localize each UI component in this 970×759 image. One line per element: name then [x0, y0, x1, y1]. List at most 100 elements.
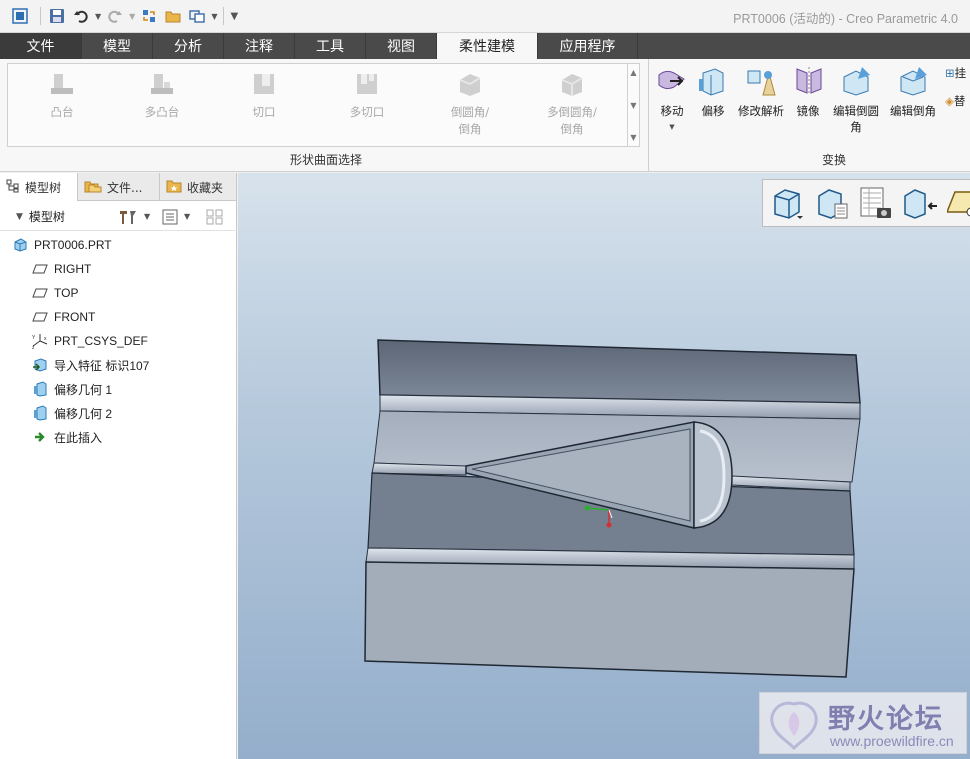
transform-group-label: 变换: [822, 153, 847, 167]
watermark-title: 野火论坛: [828, 704, 944, 735]
scroll-down-icon[interactable]: ▼: [630, 101, 636, 110]
regenerate-icon[interactable]: [139, 6, 159, 26]
multi-round-chamfer-icon: [558, 70, 586, 98]
show-dropdown-icon[interactable]: ▼: [184, 212, 190, 221]
title-bar: ▼ ▼ ▼ ▼ PRT0006 (活动的) - Creo Parametric …: [0, 0, 970, 33]
navigator-tabs: 模型树 文件... 收藏夹: [0, 173, 237, 201]
tab-tools[interactable]: 工具: [295, 33, 366, 59]
part-icon: [12, 237, 28, 253]
tab-model-tree[interactable]: 模型树: [0, 173, 78, 201]
tree-item-insert-here[interactable]: 在此插入: [12, 425, 149, 449]
tab-folder-browser[interactable]: 文件...: [78, 173, 160, 201]
ribbon: 凸台 多凸台 切口 多切口 倒圆角/ 倒角 多倒圆角/ 倒角 ▲ ▼ ▼ 形状曲…: [0, 59, 970, 172]
boss-icon: [48, 70, 76, 98]
tree-item-offset-1[interactable]: 偏移几何 1: [12, 377, 149, 401]
save-icon[interactable]: [47, 6, 67, 26]
collapse-icon[interactable]: ▼: [16, 212, 23, 222]
multi-cut-button[interactable]: 多切口: [319, 70, 415, 121]
redo-dropdown-icon[interactable]: ▼: [129, 12, 135, 21]
quick-access-toolbar: ▼ ▼ ▼ ▼: [10, 6, 238, 26]
svg-text:z: z: [32, 345, 35, 349]
datum-plane-icon: [32, 261, 48, 277]
substitute-button[interactable]: ◈替: [945, 93, 970, 109]
mirror-button[interactable]: 镜像: [793, 65, 823, 119]
edit-round-icon: [840, 65, 872, 97]
tree-settings-icon[interactable]: [118, 208, 138, 229]
model-tree-header: ▼ 模型树 ▼ ▼: [0, 203, 237, 231]
mirror-icon: [793, 65, 825, 97]
multi-cut-icon: [353, 70, 381, 98]
edit-round-button[interactable]: 编辑倒圆 角: [830, 65, 882, 135]
shape-surface-selection-group: 凸台 多凸台 切口 多切口 倒圆角/ 倒角 多倒圆角/ 倒角 ▲ ▼ ▼: [7, 63, 640, 147]
tree-filter-icon[interactable]: [206, 209, 224, 228]
edit-chamfer-button[interactable]: 编辑倒角: [887, 65, 939, 119]
window-title: PRT0006 (活动的) - Creo Parametric 4.0: [733, 12, 958, 26]
shape-selection-group-label: 形状曲面选择: [290, 153, 363, 167]
graphics-window[interactable]: [238, 173, 970, 759]
tab-favorites[interactable]: 收藏夹: [160, 173, 237, 201]
navigator-panel: 模型树 文件... 收藏夹 ▼ 模型树 ▼ ▼ PRT0006.PRT RIGH…: [0, 173, 237, 759]
cut-button[interactable]: 切口: [216, 70, 312, 121]
show-icon[interactable]: [162, 209, 178, 228]
tab-annotate[interactable]: 注释: [224, 33, 295, 59]
undo-dropdown-icon[interactable]: ▼: [95, 12, 101, 21]
windows-icon[interactable]: [187, 6, 207, 26]
open-icon[interactable]: [163, 6, 183, 26]
tab-view[interactable]: 视图: [366, 33, 437, 59]
tree-item-right[interactable]: RIGHT: [12, 257, 149, 281]
forum-watermark: 野火论坛 www.proewildfire.cn: [759, 692, 967, 754]
move-dropdown-icon[interactable]: ▼: [655, 119, 689, 135]
offset-geometry-icon: [32, 405, 48, 421]
svg-text:Y: Y: [32, 335, 36, 341]
tree-settings-dropdown-icon[interactable]: ▼: [144, 212, 150, 221]
multi-boss-icon: [148, 70, 176, 98]
gallery-expand-icon[interactable]: ▼: [630, 133, 636, 142]
tree-item-csys[interactable]: Yxz PRT_CSYS_DEF: [12, 329, 149, 353]
folder-browser-icon: [84, 179, 102, 196]
redo-icon[interactable]: [105, 6, 125, 26]
attach-button[interactable]: ⊞挂: [945, 65, 970, 81]
round-chamfer-button[interactable]: 倒圆角/ 倒角: [422, 70, 518, 138]
tree-item-part[interactable]: PRT0006.PRT: [12, 233, 149, 257]
csys-icon: Yx z: [32, 333, 48, 349]
tab-applications[interactable]: 应用程序: [538, 33, 638, 59]
multi-boss-button[interactable]: 多凸台: [114, 70, 210, 121]
tree-item-import-feature[interactable]: 导入特征 标识107: [12, 353, 149, 377]
multi-round-chamfer-button[interactable]: 多倒圆角/ 倒角: [524, 70, 620, 138]
part-model[interactable]: [238, 173, 970, 759]
datum-plane-icon: [32, 285, 48, 301]
model-tree-icon: [6, 179, 20, 196]
offset-icon: [697, 65, 729, 97]
tab-flexible-modeling[interactable]: 柔性建模: [437, 33, 538, 59]
undo-icon[interactable]: [71, 6, 91, 26]
cut-icon: [250, 70, 278, 98]
move-button[interactable]: 移动 ▼: [655, 65, 689, 135]
gallery-scrollbar[interactable]: ▲ ▼ ▼: [627, 64, 639, 146]
svg-text:x: x: [44, 336, 47, 342]
ribbon-tab-bar: 文件 模型 分析 注释 工具 视图 柔性建模 应用程序: [0, 33, 970, 59]
windows-dropdown-icon[interactable]: ▼: [211, 12, 217, 21]
substitute-icon: ◈: [945, 94, 954, 108]
offset-button[interactable]: 偏移: [697, 65, 729, 119]
window-icon[interactable]: [10, 6, 30, 26]
import-feature-icon: [32, 357, 48, 373]
tree-item-top[interactable]: TOP: [12, 281, 149, 305]
round-chamfer-icon: [456, 70, 484, 98]
customize-icon[interactable]: ▼: [230, 11, 238, 22]
tab-analysis[interactable]: 分析: [153, 33, 224, 59]
tab-model[interactable]: 模型: [82, 33, 153, 59]
boss-button[interactable]: 凸台: [14, 70, 110, 121]
datum-plane-icon: [32, 309, 48, 325]
modify-analytic-button[interactable]: 修改解析: [735, 65, 787, 119]
scroll-up-icon[interactable]: ▲: [630, 68, 636, 77]
modify-analytic-icon: [745, 65, 777, 97]
insert-here-icon: [32, 429, 48, 445]
move-icon: [656, 65, 688, 97]
tree-item-front[interactable]: FRONT: [12, 305, 149, 329]
favorites-icon: [166, 179, 182, 196]
watermark-logo-icon: [770, 701, 818, 751]
edit-chamfer-icon: [897, 65, 929, 97]
watermark-url: www.proewildfire.cn: [830, 733, 954, 749]
tree-item-offset-2[interactable]: 偏移几何 2: [12, 401, 149, 425]
tab-file[interactable]: 文件: [0, 33, 82, 59]
